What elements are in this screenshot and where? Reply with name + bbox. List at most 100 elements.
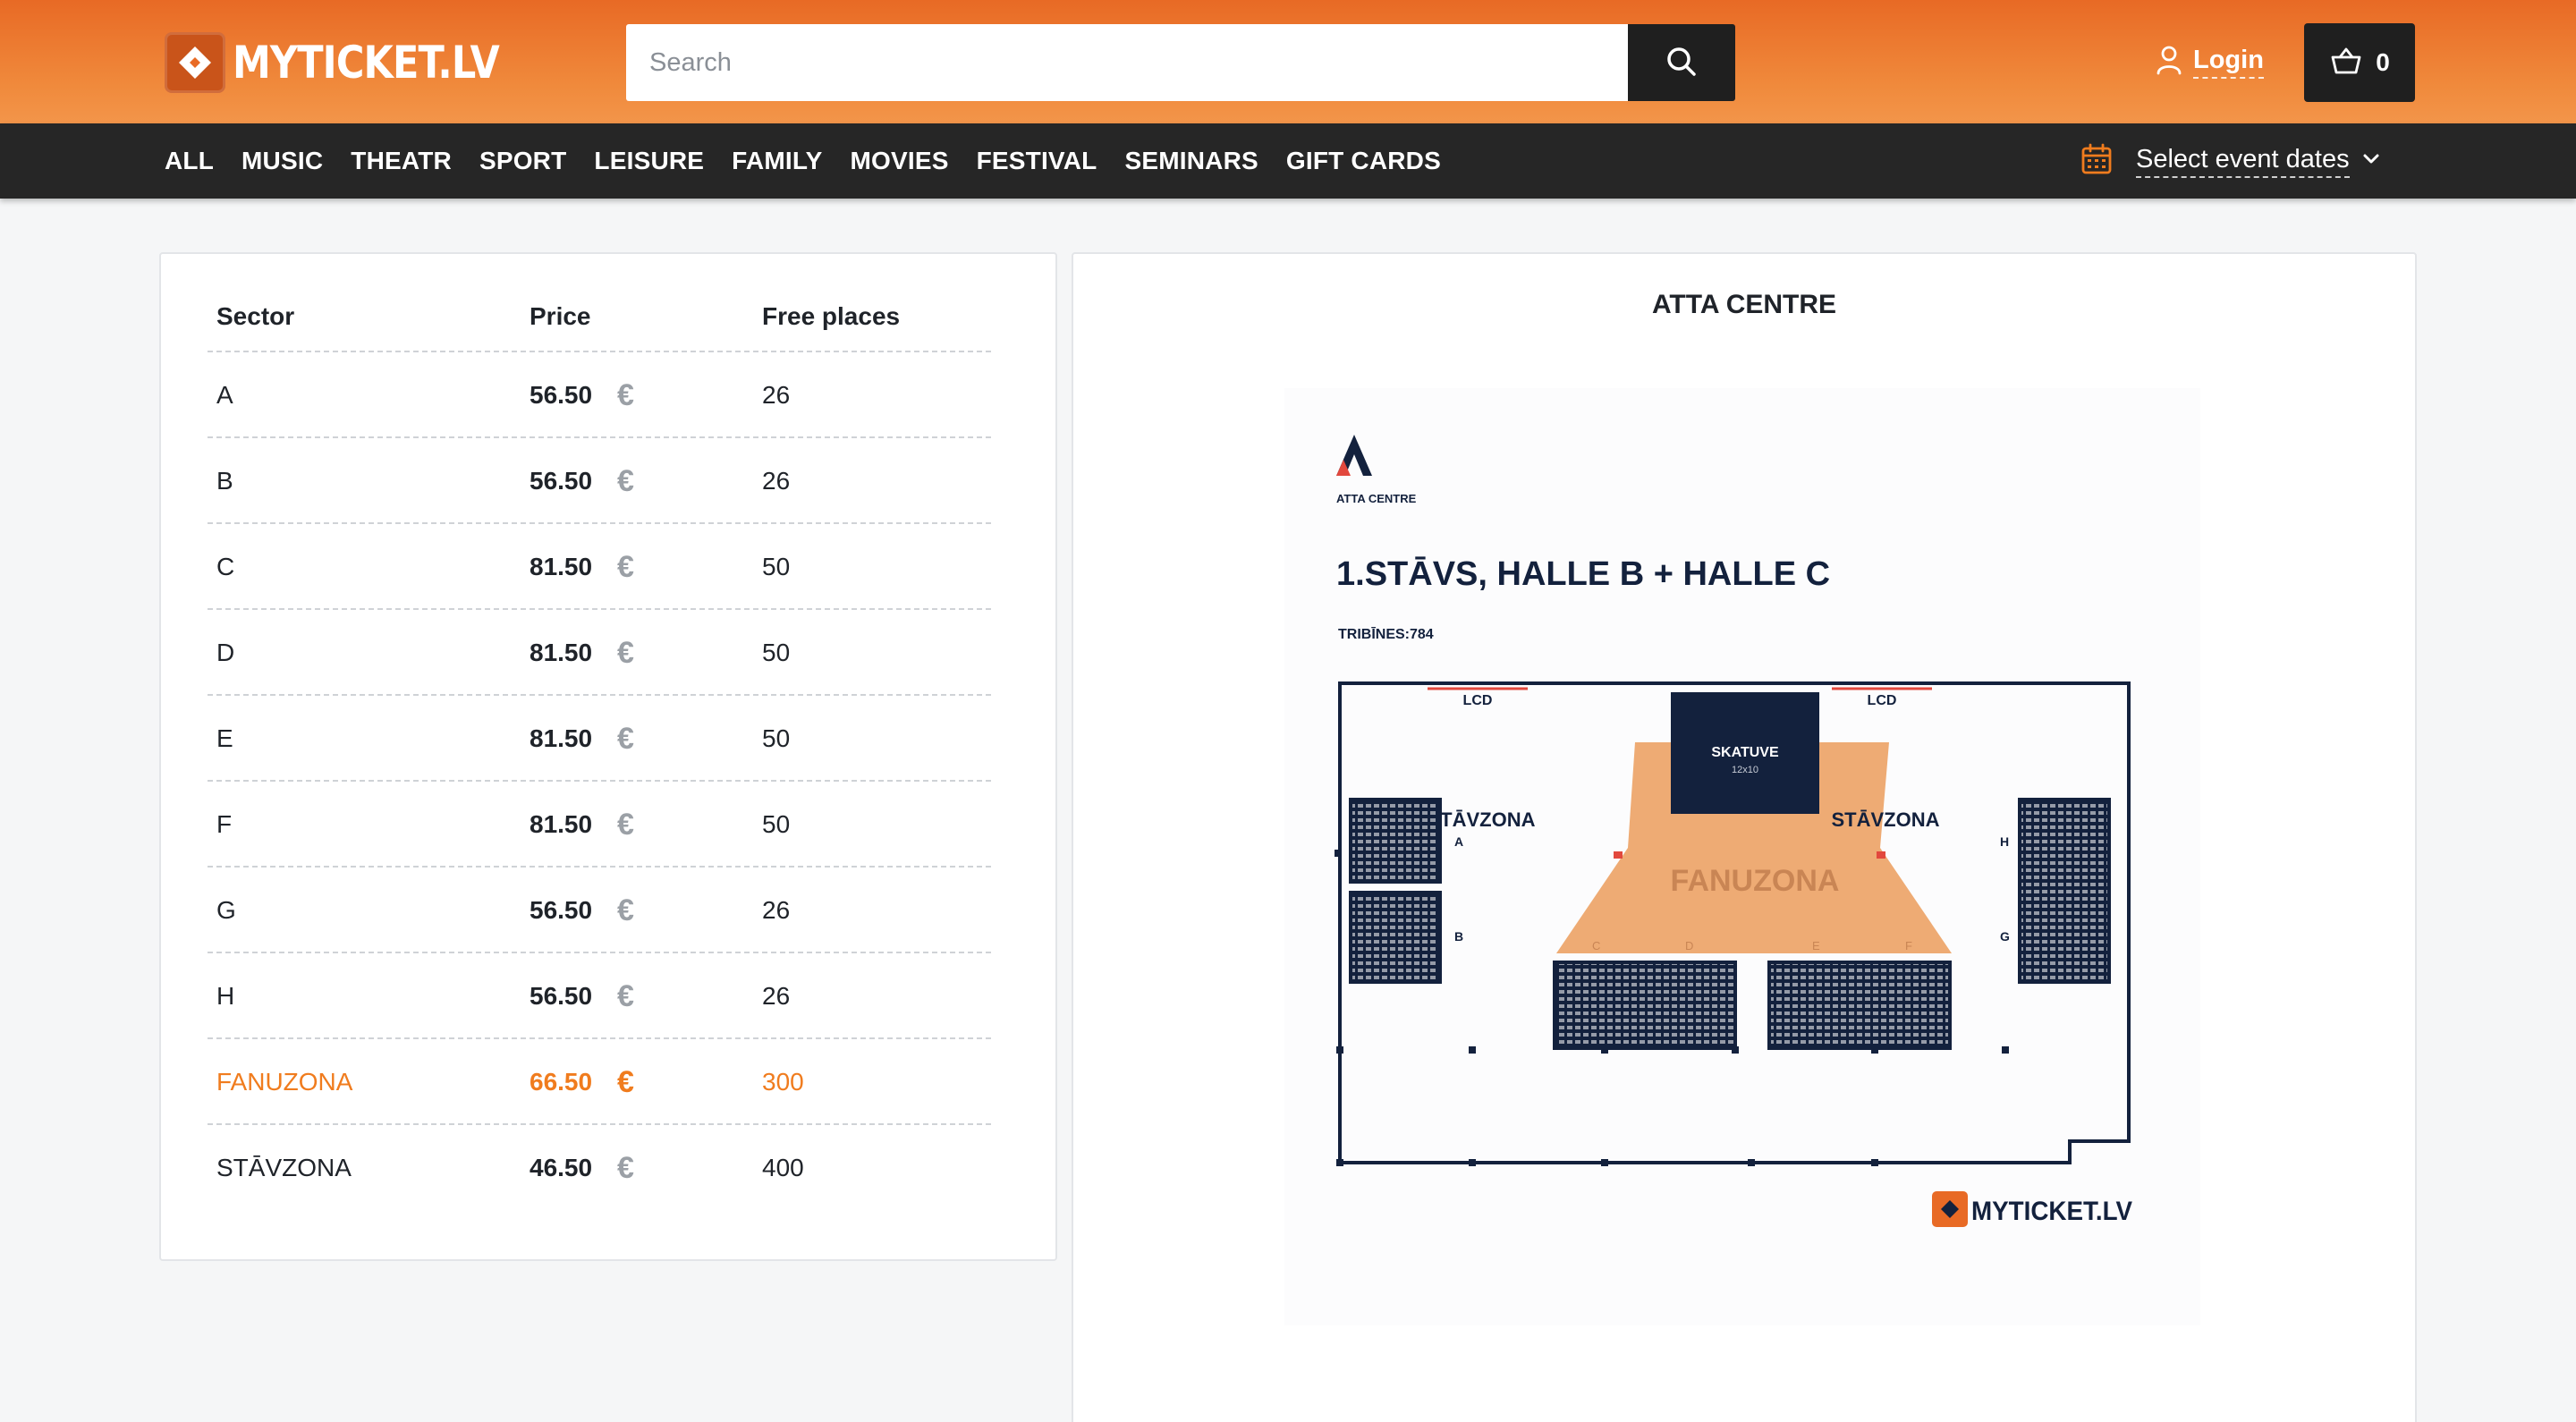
top-header: MYTICKET.LV Login: [0, 0, 2576, 123]
euro-icon: €: [617, 808, 634, 842]
map-brand: ATTA CENTRE: [1336, 492, 1417, 505]
login-label: Login: [2193, 46, 2264, 79]
search-bar: [626, 24, 1735, 101]
sector-name: C: [216, 553, 235, 580]
venue-map-panel: ATTA CENTRE ATTA CENTRE 1.STĀVS, HALLE B…: [1072, 252, 2417, 1422]
header-free-places: Free places: [762, 302, 901, 330]
free-places-value: 26: [762, 381, 791, 409]
user-icon: [2156, 45, 2182, 80]
nav-item-seminars[interactable]: SEMINARS: [1124, 147, 1258, 175]
nav-item-family[interactable]: FAMILY: [732, 147, 822, 175]
free-places-value: 50: [762, 810, 791, 838]
atta-logo: [1336, 435, 1372, 476]
table-row[interactable]: C 81.50 €50: [208, 524, 991, 610]
table-row[interactable]: H 56.50 €26: [208, 953, 991, 1039]
free-places-value: 26: [762, 467, 791, 495]
calendar-icon: [2080, 143, 2113, 180]
free-places-value: 50: [762, 553, 791, 580]
header-sector: Sector: [216, 302, 295, 330]
nav-item-music[interactable]: MUSIC: [242, 147, 323, 175]
price-value: 46.50: [530, 1154, 593, 1181]
sector-name: A: [216, 381, 233, 409]
stage-size: 12x10: [1732, 765, 1758, 775]
table-row[interactable]: G 56.50 €26: [208, 868, 991, 953]
venue-title: ATTA CENTRE: [1651, 290, 1837, 319]
sector-name: H: [216, 982, 235, 1010]
category-list: ALL MUSIC THEATR SPORT LEISURE FAMILY MO…: [165, 123, 1469, 199]
euro-icon: €: [617, 722, 634, 756]
cart-count: 0: [2376, 48, 2390, 76]
sector-letter-e: E: [1812, 939, 1820, 952]
sector-letter-g: G: [2000, 929, 2010, 944]
sector-name: B: [216, 467, 233, 495]
sector-name: FANUZONA: [216, 1068, 353, 1096]
map-tribunes: TRIBĪNES:784: [1338, 625, 1434, 642]
table-row[interactable]: A 56.50 €26: [208, 352, 991, 438]
table-body: A 56.50 €26 B 56.50 €26 C 81.50 €50 D 81.50 €50 E 81.…: [208, 352, 991, 1211]
nav-item-all[interactable]: ALL: [165, 147, 214, 175]
seating-map[interactable]: ATTA CENTRE 1.STĀVS, HALLE B + HALLE C T…: [1284, 388, 2200, 1325]
search-input[interactable]: [626, 24, 1628, 101]
table-row[interactable]: B 56.50 €26: [208, 438, 991, 524]
price-value: 81.50: [530, 724, 593, 752]
sector-name: F: [216, 810, 233, 838]
seating-map-graphic: ATTA CENTRE 1.STĀVS, HALLE B + HALLE C T…: [1335, 435, 2132, 1227]
price-value: 56.50: [530, 896, 593, 924]
price-value: 81.50: [530, 639, 593, 666]
price-value: 66.50: [530, 1068, 593, 1096]
sector-letter-a: A: [1454, 834, 1463, 849]
nav-item-leisure[interactable]: LEISURE: [594, 147, 704, 175]
sector-price-table: Sector Price Free places A 56.50 €26 B 56.50…: [159, 252, 1057, 1261]
login-link[interactable]: Login: [2156, 39, 2264, 84]
euro-icon: €: [617, 979, 634, 1013]
search-icon: [1664, 44, 1699, 82]
price-value: 81.50: [530, 553, 593, 580]
site-logo[interactable]: MYTICKET.LV: [165, 30, 542, 95]
free-places-value: 26: [762, 982, 791, 1010]
nav-item-theatr[interactable]: THEATR: [351, 147, 452, 175]
sector-letter-c: C: [1592, 939, 1600, 952]
table-row[interactable]: STĀVZONA 46.50 €400: [208, 1125, 991, 1211]
nav-item-festival[interactable]: FESTIVAL: [977, 147, 1097, 175]
event-dates-picker[interactable]: Select event dates: [2080, 123, 2380, 199]
map-footer-logo: [1932, 1191, 1968, 1227]
event-dates-label: Select event dates: [2136, 145, 2350, 178]
sector-name: D: [216, 639, 235, 666]
euro-icon: €: [617, 1151, 634, 1185]
search-button[interactable]: [1628, 24, 1735, 101]
seat-block-e-f[interactable]: [1767, 961, 1952, 1050]
nav-item-movies[interactable]: MOVIES: [850, 147, 948, 175]
table-row[interactable]: FANUZONA 66.50 €300: [208, 1039, 991, 1125]
euro-icon: €: [617, 464, 634, 498]
cart-button[interactable]: 0: [2304, 23, 2415, 102]
free-places-value: 400: [762, 1154, 804, 1181]
seat-block-a[interactable]: [1349, 798, 1442, 884]
category-nav: ALL MUSIC THEATR SPORT LEISURE FAMILY MO…: [0, 123, 2576, 199]
nav-item-sport[interactable]: SPORT: [479, 147, 566, 175]
logo-text: MYTICKET.LV: [233, 37, 500, 89]
sector-letter-b: B: [1454, 929, 1463, 944]
euro-icon: €: [617, 893, 634, 927]
seat-block-b[interactable]: [1349, 891, 1442, 984]
basket-icon: [2329, 47, 2363, 80]
table-row[interactable]: F 81.50 €50: [208, 782, 991, 868]
stage-label: SKATUVE: [1711, 745, 1779, 760]
nav-item-gift-cards[interactable]: GIFT CARDS: [1286, 147, 1441, 175]
ticket-logo-icon: [165, 32, 225, 93]
standing-label-right: STĀVZONA: [1832, 808, 1940, 831]
map-footer-logo-text: MYTICKET.LV: [1971, 1197, 2132, 1226]
chevron-down-icon: [2362, 153, 2380, 170]
map-floor-title: 1.STĀVS, HALLE B + HALLE C: [1336, 555, 1830, 593]
sector-name: E: [216, 724, 233, 752]
euro-icon: €: [617, 550, 634, 584]
free-places-value: 26: [762, 896, 791, 924]
lcd-label-right: LCD: [1868, 693, 1897, 708]
sector-letter-h: H: [2000, 834, 2009, 849]
seat-block-g-h[interactable]: [2018, 798, 2111, 984]
lcd-label-left: LCD: [1463, 693, 1493, 708]
table-row[interactable]: D 81.50 €50: [208, 610, 991, 696]
free-places-value: 50: [762, 639, 791, 666]
seat-block-c-d[interactable]: [1553, 961, 1737, 1050]
euro-icon: €: [617, 378, 634, 412]
table-row[interactable]: E 81.50 €50: [208, 696, 991, 782]
